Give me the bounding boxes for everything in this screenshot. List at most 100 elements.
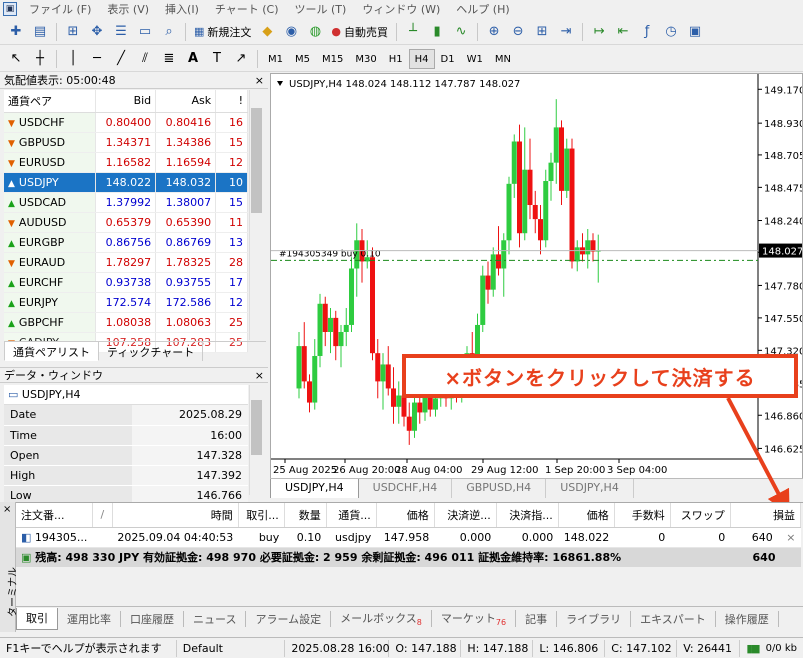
col-commission[interactable]: 手数料 [614,503,671,528]
data-window-close-icon[interactable]: × [255,368,264,384]
terminal-tab[interactable]: マーケット76 [432,609,517,628]
crosshair-icon[interactable]: ┼ [30,49,50,69]
terminal-tab[interactable]: 操作履歴 [716,610,779,627]
menu-window[interactable]: ウィンドウ (W) [354,1,448,17]
timeframe-w1[interactable]: W1 [461,49,489,69]
terminal-tab[interactable]: メールボックス8 [331,609,432,628]
text-icon[interactable]: A [183,49,203,69]
line-chart-icon[interactable]: ∿ [451,22,471,42]
vertical-line-icon[interactable]: │ [63,49,83,69]
col-price[interactable]: 価格 [558,503,615,528]
chart-tab-usdchf[interactable]: USDCHF,H4 [359,479,453,498]
terminal-tab[interactable]: ライブラリ [557,610,632,627]
market-watch-row[interactable]: ▼ EURAUD 1.78297 1.78325 28 [4,252,248,273]
new-order-button[interactable]: ▦ 新規注文 [190,21,255,43]
timeframe-m30[interactable]: M30 [349,49,382,69]
zoom-in-icon[interactable]: ⊕ [484,22,504,42]
timeframe-h1[interactable]: H1 [383,49,409,69]
timeframe-mn[interactable]: MN [489,49,517,69]
col-volume[interactable]: 数量 [284,503,327,528]
arrows-icon[interactable]: ↗ [231,49,251,69]
market-watch-row[interactable]: ▼ EURUSD 1.16582 1.16594 12 [4,152,248,173]
chart-shift-end-icon[interactable]: ⇤ [613,22,633,42]
close-position-icon[interactable]: × [786,531,795,544]
cursor-icon[interactable]: ↖ [6,49,26,69]
indicators-icon[interactable]: ƒ [637,22,657,42]
market-watch-scroll-thumb[interactable] [251,108,262,213]
navigator-icon[interactable]: ☰ [111,22,131,42]
col-time[interactable]: 時間 [112,503,239,528]
market-icon[interactable]: ◍ [305,22,325,42]
timeframe-m1[interactable]: M1 [262,49,289,69]
timeframe-h4[interactable]: H4 [408,48,435,69]
col-ticket[interactable]: 注文番... [16,503,93,528]
col-swap[interactable]: スワップ [670,503,731,528]
auto-scroll-icon[interactable]: ↦ [589,22,609,42]
market-watch-row[interactable]: ▼ USDCHF 0.80400 0.80416 16 [4,112,248,133]
col-tp[interactable]: 決済指... [496,503,559,528]
status-profile[interactable]: Default [177,639,286,657]
signals-icon[interactable]: ◉ [281,22,301,42]
fibonacci-icon[interactable]: ≣ [159,49,179,69]
chart-tab-usdjpy[interactable]: USDJPY,H4 [270,479,359,498]
templates-icon[interactable]: ▣ [685,22,705,42]
auto-trade-button[interactable]: ● 自動売買 [327,21,392,43]
col-open-price[interactable]: 価格 [376,503,435,528]
terminal-tab[interactable]: エキスパート [631,610,716,627]
terminal-tab[interactable]: 口座履歴 [121,610,184,627]
terminal-icon[interactable]: ▭ [135,22,155,42]
menu-chart[interactable]: チャート (C) [207,1,287,17]
market-watch-row[interactable]: ▲ EURGBP 0.86756 0.86769 13 [4,232,248,253]
tab-symbols[interactable]: 通貨ペアリスト [4,342,99,361]
market-watch-row[interactable]: ▲ USDCAD 1.37992 1.38007 15 [4,192,248,213]
col-symbol[interactable]: 通貨... [326,503,377,528]
col-bid[interactable]: Bid [95,90,157,113]
col-sort[interactable]: / [92,503,113,528]
menu-view[interactable]: 表示 (V) [99,1,157,17]
terminal-tab[interactable]: 記事 [516,610,558,627]
text-label-icon[interactable]: T [207,49,227,69]
market-watch-close-icon[interactable]: × [255,73,264,89]
market-watch-row[interactable]: ▲ USDJPY 148.022 148.032 10 [4,172,248,193]
col-spread[interactable]: ! [215,90,248,113]
menu-tools[interactable]: ツール (T) [287,1,355,17]
terminal-tab[interactable]: アラーム設定 [246,610,332,627]
chart-tab-usdjpy-2[interactable]: USDJPY,H4 [546,479,634,498]
menu-help[interactable]: ヘルプ (H) [448,1,517,17]
new-chart-icon[interactable]: ✚ [6,22,26,42]
chart-shift-icon[interactable]: ⇥ [556,22,576,42]
terminal-tab[interactable]: 取引 [16,607,58,630]
zoom-out-icon[interactable]: ⊖ [508,22,528,42]
market-watch-row[interactable]: ▲ EURJPY 172.574 172.586 12 [4,292,248,313]
terminal-tab[interactable]: 運用比率 [58,610,121,627]
trendline-icon[interactable]: ╱ [111,49,131,69]
col-ask[interactable]: Ask [155,90,217,113]
market-watch-row[interactable]: ▲ GBPCHF 1.08038 1.08063 25 [4,312,248,333]
market-watch-icon[interactable]: ⊞ [63,22,83,42]
menu-insert[interactable]: 挿入(I) [157,1,207,17]
menu-file[interactable]: ファイル (F) [21,1,99,17]
periods-icon[interactable]: ◷ [661,22,681,42]
tile-windows-icon[interactable]: ⊞ [532,22,552,42]
terminal-tab[interactable]: ニュース [184,610,247,627]
col-profit[interactable]: 損益 [730,503,802,528]
terminal-close-icon[interactable]: × [3,504,11,515]
bar-chart-icon[interactable]: ┴ [403,22,423,42]
col-sl[interactable]: 決済逆... [434,503,497,528]
col-symbol[interactable]: 通貨ペア [4,90,97,113]
mt4-icon[interactable]: ▣ [3,2,17,16]
strategy-tester-icon[interactable]: ⌕ [159,22,179,42]
data-window-scroll-thumb[interactable] [251,400,262,455]
timeframe-m5[interactable]: M5 [289,49,316,69]
data-window-icon[interactable]: ✥ [87,22,107,42]
status-connection[interactable]: ▮▮▮ 0/0 kb [740,640,803,657]
market-watch-row[interactable]: ▼ GBPUSD 1.34371 1.34386 15 [4,132,248,153]
metaeditor-icon[interactable]: ◆ [257,22,277,42]
timeframe-d1[interactable]: D1 [435,49,461,69]
tab-tick-chart[interactable]: ティックチャート [99,342,204,361]
chart-tab-gbpusd[interactable]: GBPUSD,H4 [452,479,547,498]
market-watch-row[interactable]: ▲ EURCHF 0.93738 0.93755 17 [4,272,248,293]
col-type[interactable]: 取引... [238,503,285,528]
profiles-icon[interactable]: ▤ [30,22,50,42]
timeframe-m15[interactable]: M15 [316,49,349,69]
